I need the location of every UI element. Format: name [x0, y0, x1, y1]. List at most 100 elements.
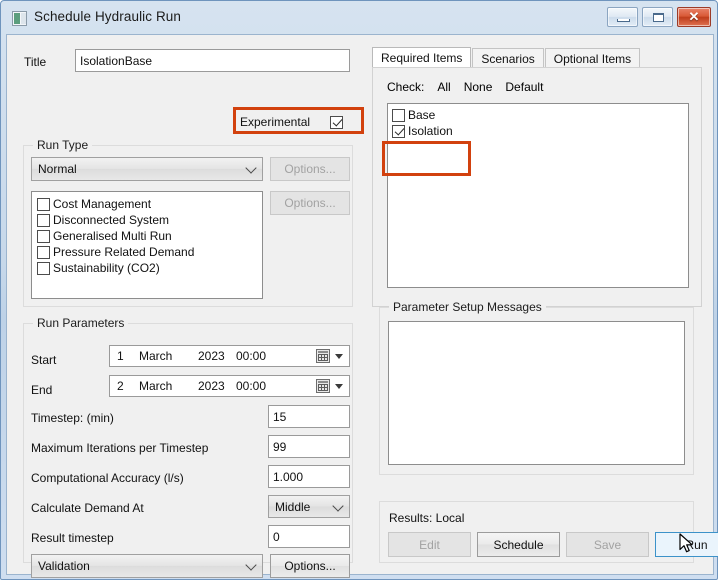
calendar-icon[interactable]	[316, 349, 330, 363]
start-label: Start	[31, 353, 57, 367]
right-tab-container: Required Items Scenarios Optional Items …	[365, 41, 705, 309]
check-all-link[interactable]: All	[437, 80, 450, 94]
experimental-checkbox-box[interactable]	[330, 115, 344, 129]
list-item-label: Isolation	[408, 124, 453, 138]
chevron-down-icon[interactable]	[335, 354, 343, 359]
start-month: March	[139, 349, 173, 363]
end-time: 00:00	[236, 379, 267, 393]
checkbox-cost-management[interactable]	[37, 197, 50, 211]
list-item[interactable]: Generalised Multi Run	[37, 228, 262, 244]
start-year: 2023	[198, 349, 225, 363]
minimize-button[interactable]	[607, 7, 638, 27]
list-item[interactable]: Isolation	[392, 123, 688, 139]
list-item-label: Cost Management	[53, 197, 152, 211]
list-item-label: Sustainability (CO2)	[53, 261, 160, 275]
check-none-link[interactable]: None	[464, 80, 493, 94]
result-timestep-value: 0	[273, 529, 280, 544]
validation-options-button[interactable]: Options...	[270, 554, 350, 578]
results-label: Results: Local	[389, 511, 465, 525]
checkbox-base[interactable]	[392, 108, 405, 122]
calculate-demand-value: Middle	[275, 499, 311, 514]
run-type-options-list[interactable]: Cost Management Disconnected System Gene…	[31, 191, 263, 299]
list-item-label: Disconnected System	[53, 213, 170, 227]
list-item[interactable]: Sustainability (CO2)	[37, 260, 262, 276]
result-timestep-label: Result timestep	[31, 531, 114, 545]
check-toolbar: Check: All None Default	[387, 80, 543, 94]
list-item[interactable]: Disconnected System	[37, 212, 262, 228]
title-bar[interactable]: Schedule Hydraulic Run ✕	[1, 1, 717, 35]
checkbox-isolation[interactable]	[392, 124, 405, 138]
list-item[interactable]: Pressure Related Demand	[37, 244, 262, 260]
check-default-link[interactable]: Default	[505, 80, 543, 94]
close-icon: ✕	[688, 9, 700, 24]
tab-strip: Required Items Scenarios Optional Items	[372, 47, 641, 68]
window-title: Schedule Hydraulic Run	[34, 9, 182, 24]
timestep-input[interactable]: 15	[268, 405, 350, 428]
run-type-combo-value: Normal	[38, 162, 77, 176]
edit-button-label: Edit	[419, 537, 440, 552]
parameter-setup-messages-legend: Parameter Setup Messages	[389, 300, 546, 314]
minimize-icon	[617, 19, 630, 22]
end-label: End	[31, 383, 53, 397]
list-item[interactable]: Cost Management	[37, 196, 262, 212]
experimental-checkbox[interactable]: Experimental	[240, 113, 346, 131]
maximize-button[interactable]	[642, 7, 673, 27]
run-type-secondary-options-button[interactable]: Options...	[270, 191, 350, 215]
calendar-icon[interactable]	[316, 379, 330, 393]
max-iterations-input[interactable]: 99	[268, 435, 350, 458]
checkbox-generalised-multi-run[interactable]	[37, 229, 50, 243]
start-day: 1	[117, 349, 124, 363]
end-day: 2	[117, 379, 124, 393]
checkbox-sustainability-co2[interactable]	[37, 261, 50, 275]
experimental-label: Experimental	[240, 115, 311, 129]
check-label: Check:	[387, 80, 425, 94]
tab-panel-required-items: Check: All None Default Base Isolation	[372, 67, 702, 307]
start-time: 00:00	[236, 349, 267, 363]
tab-optional-items[interactable]: Optional Items	[544, 48, 641, 68]
title-input-value: IsolationBase	[80, 53, 153, 68]
timestep-label: Timestep: (min)	[31, 411, 114, 425]
save-button[interactable]: Save	[566, 532, 649, 557]
run-type-options-button[interactable]: Options...	[270, 157, 350, 181]
schedule-button[interactable]: Schedule	[477, 532, 560, 557]
chevron-down-icon	[245, 559, 257, 571]
parameter-setup-messages-content	[389, 322, 684, 330]
save-button-label: Save	[593, 537, 622, 552]
result-timestep-input[interactable]: 0	[268, 525, 350, 548]
start-datetime-field[interactable]: 1 March 2023 00:00	[109, 345, 350, 367]
dialog-client-area: Title IsolationBase Experimental Run Typ…	[6, 34, 718, 578]
timestep-value: 15	[273, 409, 287, 424]
run-type-combo[interactable]: Normal	[31, 157, 263, 181]
title-input[interactable]: IsolationBase	[75, 49, 350, 72]
chevron-down-icon[interactable]	[335, 384, 343, 389]
dialog-window: Schedule Hydraulic Run ✕ Title Isolation…	[0, 0, 718, 580]
edit-button[interactable]: Edit	[388, 532, 471, 557]
validation-options-label: Options...	[284, 559, 336, 573]
parameter-setup-messages-box[interactable]	[388, 321, 685, 465]
close-button[interactable]: ✕	[677, 7, 711, 27]
computational-accuracy-input[interactable]: 1.000	[268, 465, 350, 488]
end-year: 2023	[198, 379, 225, 393]
validation-combo-value: Validation	[38, 559, 90, 573]
run-type-legend: Run Type	[33, 138, 93, 152]
tab-required-items-label: Required Items	[381, 51, 463, 65]
max-iterations-value: 99	[273, 439, 287, 454]
validation-combo[interactable]: Validation	[31, 554, 263, 578]
checkbox-disconnected-system[interactable]	[37, 213, 50, 227]
end-datetime-field[interactable]: 2 March 2023 00:00	[109, 375, 350, 397]
app-icon	[12, 11, 27, 26]
computational-accuracy-value: 1.000	[273, 469, 304, 484]
run-type-options-label: Options...	[284, 162, 336, 176]
checkbox-pressure-related-demand[interactable]	[37, 245, 50, 259]
run-type-secondary-options-label: Options...	[284, 196, 336, 210]
calculate-demand-combo[interactable]: Middle	[268, 495, 350, 518]
list-item-label: Base	[408, 108, 436, 122]
end-month: March	[139, 379, 173, 393]
list-item-label: Generalised Multi Run	[53, 229, 172, 243]
scenario-list[interactable]: Base Isolation	[387, 103, 689, 288]
tab-required-items[interactable]: Required Items	[372, 47, 472, 68]
max-iterations-label: Maximum Iterations per Timestep	[31, 441, 209, 455]
mouse-cursor	[679, 533, 693, 553]
tab-scenarios[interactable]: Scenarios	[472, 48, 544, 68]
list-item[interactable]: Base	[392, 107, 688, 123]
